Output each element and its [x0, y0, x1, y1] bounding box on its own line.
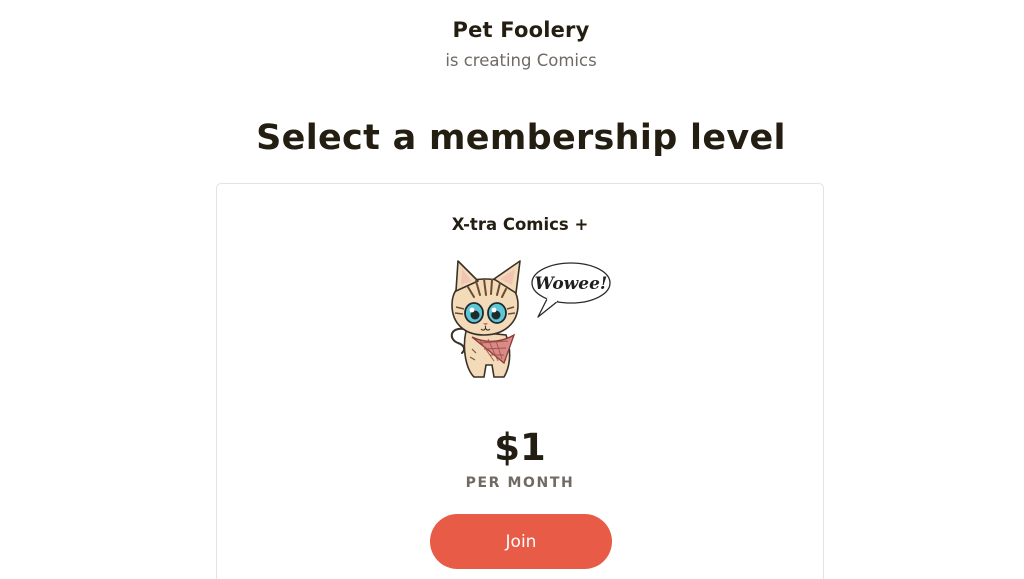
- join-button[interactable]: Join: [430, 514, 612, 569]
- tier-title: X-tra Comics +: [451, 215, 589, 234]
- tier-billing-period: PER MONTH: [465, 475, 575, 491]
- creator-name[interactable]: Pet Foolery: [0, 18, 1024, 42]
- creator-tagline: is creating Comics: [445, 51, 597, 70]
- speech-bubble: Wowee!: [531, 262, 611, 318]
- tier-price: $1: [494, 426, 546, 469]
- tier-cat-illustration: Wowee!: [450, 260, 611, 378]
- page-title: Select a membership level: [256, 118, 786, 158]
- membership-page: Pet Foolery is creating Comics Select a …: [0, 0, 1024, 579]
- speech-bubble-text: Wowee!: [535, 274, 608, 294]
- tier-card: X-tra Comics + Wowee! $1 PER MONTH Join: [216, 183, 824, 579]
